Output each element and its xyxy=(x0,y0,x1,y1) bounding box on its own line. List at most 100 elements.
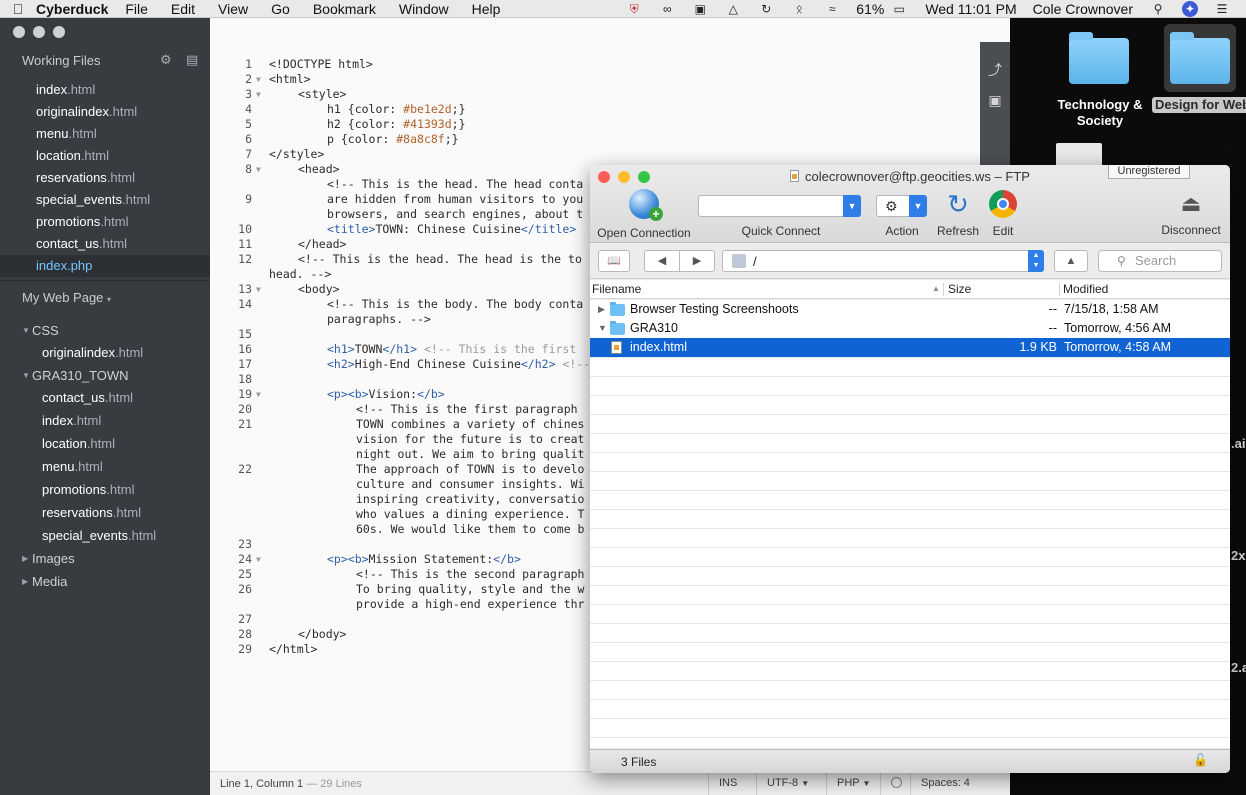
menu-file[interactable]: File xyxy=(125,1,148,17)
quick-connect-field[interactable]: ▼ xyxy=(698,195,861,217)
file-row[interactable]: ▼ GRA310 -- Tomorrow, 4:56 AM xyxy=(590,319,1230,338)
battery-icon[interactable]: ▭ xyxy=(888,2,910,16)
working-file-item[interactable]: reservations.html xyxy=(0,167,210,189)
group-css[interactable]: ▼ CSS xyxy=(0,320,210,342)
unregistered-badge[interactable]: Unregistered xyxy=(1108,165,1190,179)
clock[interactable]: Wed 11:01 PM xyxy=(925,1,1016,17)
minimize-button[interactable] xyxy=(33,26,45,38)
bookmarks-button[interactable]: 📖 xyxy=(598,250,630,272)
desktop-document-icon[interactable] xyxy=(1056,143,1102,167)
lock-icon[interactable]: 🔓 xyxy=(1193,753,1208,767)
refresh-button[interactable]: ↻ Refresh xyxy=(932,189,984,238)
menu-help[interactable]: Help xyxy=(472,1,501,17)
disclosure-open-icon[interactable]: ▼ xyxy=(22,320,30,342)
working-file-item[interactable]: promotions.html xyxy=(0,211,210,233)
navigator-icon[interactable]: ⤴ xyxy=(985,60,1005,78)
time-machine-icon[interactable]: ↻ xyxy=(757,2,775,16)
menu-window[interactable]: Window xyxy=(399,1,449,17)
spotlight-icon[interactable]: ⚲ xyxy=(1149,2,1167,16)
apple-menu-icon[interactable]:  xyxy=(0,1,36,17)
working-file-item[interactable]: originalindex.html xyxy=(0,101,210,123)
menu-edit[interactable]: Edit xyxy=(171,1,195,17)
zoom-button[interactable] xyxy=(53,26,65,38)
group-gra310[interactable]: ▼ GRA310_TOWN xyxy=(0,365,210,387)
battery-percent[interactable]: 61% xyxy=(856,1,884,17)
spaces-selector[interactable]: Spaces: 4 xyxy=(910,772,1010,795)
creative-cloud-icon[interactable]: ∞ xyxy=(658,2,676,16)
fold-icon[interactable]: ▼ xyxy=(256,162,261,177)
syntax-selector[interactable]: PHP ▼ xyxy=(826,772,876,795)
working-file-item[interactable]: index.html xyxy=(0,79,210,101)
project-file-item[interactable]: location.html xyxy=(0,433,210,455)
project-file-item[interactable]: menu.html xyxy=(0,456,210,478)
desktop-file-fragment[interactable]: 2x xyxy=(1231,548,1245,563)
chevron-down-icon[interactable]: ▼ xyxy=(843,195,861,217)
parent-directory-button[interactable]: ▲ xyxy=(1054,250,1088,272)
search-input[interactable]: ⚲ Search xyxy=(1098,250,1222,272)
snippets-icon[interactable]: ▣ xyxy=(985,92,1005,108)
fold-icon[interactable]: ▼ xyxy=(256,72,261,87)
action-menu[interactable]: ⚙ ▼ xyxy=(876,195,927,217)
row-separator xyxy=(590,680,1230,681)
group-images[interactable]: ▶ Images xyxy=(0,548,210,570)
column-filename[interactable]: Filename xyxy=(592,282,641,296)
siri-icon[interactable]: ✦ xyxy=(1182,1,1198,17)
indent-toggle[interactable] xyxy=(880,772,910,795)
back-button[interactable]: ◀ xyxy=(644,250,680,272)
project-file-item[interactable]: contact_us.html xyxy=(0,387,210,409)
working-file-item-selected[interactable]: index.php xyxy=(0,255,210,277)
sort-ascending-icon[interactable]: ▲ xyxy=(932,284,940,293)
fold-icon[interactable]: ▼ xyxy=(256,282,261,297)
forward-button[interactable]: ▶ xyxy=(679,250,715,272)
user-name[interactable]: Cole Crownover xyxy=(1033,1,1133,17)
desktop-folder-technology[interactable]: Technology & Society xyxy=(1058,30,1142,130)
gear-icon[interactable]: ⚙ xyxy=(160,52,172,68)
disclosure-open-icon[interactable]: ▼ xyxy=(598,319,607,338)
desktop-file-fragment[interactable]: 2.ai xyxy=(1231,660,1246,675)
project-file-item[interactable]: special_events.html xyxy=(0,525,210,547)
collapse-panel-icon[interactable]: ▤ xyxy=(186,52,198,68)
project-file-item[interactable]: reservations.html xyxy=(0,502,210,524)
wifi-icon[interactable]: ≈ xyxy=(823,2,841,16)
working-file-item[interactable]: contact_us.html xyxy=(0,233,210,255)
insert-mode[interactable]: INS xyxy=(708,772,752,795)
working-file-item[interactable]: location.html xyxy=(0,145,210,167)
disclosure-closed-icon[interactable]: ▶ xyxy=(22,571,28,593)
fold-icon[interactable]: ▼ xyxy=(256,552,261,567)
fold-icon[interactable]: ▼ xyxy=(256,387,261,402)
column-size[interactable]: Size xyxy=(948,282,971,296)
project-file-item[interactable]: originalindex.html xyxy=(0,342,210,364)
working-file-item[interactable]: special_events.html xyxy=(0,189,210,211)
row-separator xyxy=(590,452,1230,453)
project-file-item[interactable]: index.html xyxy=(0,410,210,432)
working-file-item[interactable]: menu.html xyxy=(0,123,210,145)
airplay-icon[interactable]: △ xyxy=(724,2,742,16)
bluetooth-icon[interactable]: ᛟ xyxy=(790,2,808,16)
presentation-icon[interactable]: ▣ xyxy=(691,2,709,16)
column-modified[interactable]: Modified xyxy=(1063,282,1108,296)
shield-icon[interactable]: ⛨ xyxy=(625,2,643,16)
project-file-item[interactable]: promotions.html xyxy=(0,479,210,501)
open-connection-button[interactable]: + Open Connection xyxy=(596,189,692,240)
fold-icon[interactable]: ▼ xyxy=(256,87,261,102)
path-selector[interactable]: / ▲ ▼ xyxy=(722,250,1044,272)
group-media[interactable]: ▶ Media xyxy=(0,571,210,593)
desktop-file-fragment[interactable]: .ai xyxy=(1231,436,1245,451)
app-menu[interactable]: Cyberduck xyxy=(36,1,108,17)
close-button[interactable] xyxy=(13,26,25,38)
disconnect-button[interactable]: ⏏ Disconnect xyxy=(1156,191,1226,237)
menu-view[interactable]: View xyxy=(218,1,248,17)
project-title[interactable]: My Web Page ▾ xyxy=(22,290,111,305)
disclosure-closed-icon[interactable]: ▶ xyxy=(598,300,605,319)
file-row[interactable]: ▶ Browser Testing Screenshoots -- 7/15/1… xyxy=(590,300,1230,319)
desktop-folder-design[interactable]: Design for Web xyxy=(1152,24,1246,114)
menu-go[interactable]: Go xyxy=(271,1,290,17)
menu-bookmark[interactable]: Bookmark xyxy=(313,1,376,17)
file-row-selected[interactable]: index.html 1.9 KB Tomorrow, 4:58 AM xyxy=(590,338,1230,357)
disclosure-closed-icon[interactable]: ▶ xyxy=(22,548,28,570)
edit-button[interactable]: Edit xyxy=(984,190,1022,238)
disclosure-open-icon[interactable]: ▼ xyxy=(22,365,30,387)
encoding-selector[interactable]: UTF-8 ▼ xyxy=(756,772,820,795)
code-text: <h2>High-End Chinese Cuisine</h2> <!-- xyxy=(327,357,591,371)
notification-center-icon[interactable]: ☰ xyxy=(1213,2,1231,16)
